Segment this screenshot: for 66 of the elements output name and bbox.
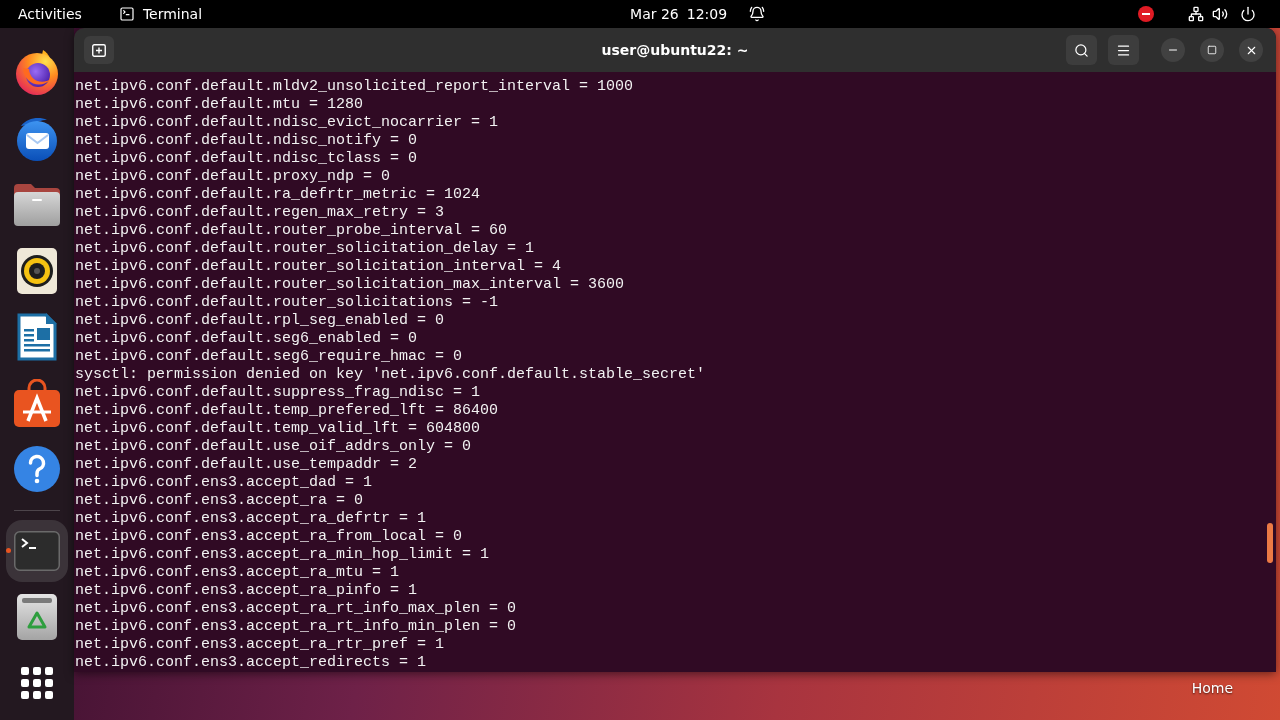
search-icon xyxy=(1074,42,1089,58)
output-line: net.ipv6.conf.ens3.accept_ra = 0 xyxy=(75,492,364,510)
output-line: net.ipv6.conf.default.temp_valid_lft = 604800 xyxy=(75,420,481,438)
output-line: net.ipv6.conf.ens3.accept_ra_min_hop_limit = 1 xyxy=(75,546,490,564)
output-line: net.ipv6.conf.ens3.accept_dad = 1 xyxy=(75,474,373,492)
output-line: net.ipv6.conf.default.use_tempaddr = 2 xyxy=(75,456,418,474)
search-button[interactable] xyxy=(1066,35,1097,65)
app-grid-icon xyxy=(21,667,53,699)
square-plus-icon xyxy=(92,43,106,57)
output-line: net.ipv6.conf.default.mldv2_unsolicited_report_interval = 1000 xyxy=(75,78,634,96)
new-tab-button[interactable] xyxy=(84,36,114,64)
terminal-icon xyxy=(14,531,60,571)
scrollbar-thumb[interactable] xyxy=(1267,523,1273,563)
output-line: net.ipv6.conf.default.ndisc_evict_nocarrier = 1 xyxy=(75,114,499,132)
output-line: net.ipv6.conf.default.seg6_enabled = 0 xyxy=(75,330,418,348)
output-line: net.ipv6.conf.default.router_solicitation_delay = 1 xyxy=(75,240,535,258)
minus-circle-icon[interactable] xyxy=(1138,6,1154,22)
app-menu-button[interactable]: Terminal xyxy=(118,5,203,23)
output-line: net.ipv6.conf.default.router_solicitation_interval = 4 xyxy=(75,258,562,276)
maximize-icon xyxy=(1207,45,1217,55)
close-button[interactable] xyxy=(1239,38,1263,62)
document-icon xyxy=(17,313,57,361)
system-menu-button[interactable] xyxy=(1188,6,1256,22)
minimize-button[interactable] xyxy=(1161,38,1185,62)
output-line: net.ipv6.conf.default.temp_prefered_lft = 86400 xyxy=(75,402,499,420)
output-line: net.ipv6.conf.default.seg6_require_hmac = 0 xyxy=(75,348,463,366)
output-line: net.ipv6.conf.ens3.accept_ra_rtr_pref = 1 xyxy=(75,636,445,654)
shopping-bag-icon xyxy=(14,379,60,427)
help-icon xyxy=(14,446,60,492)
output-line: net.ipv6.conf.default.router_solicitations = -1 xyxy=(75,294,499,312)
output-line: net.ipv6.conf.default.regen_max_retry = 3 xyxy=(75,204,445,222)
speaker-icon xyxy=(17,248,57,294)
output-line: net.ipv6.conf.ens3.accept_ra_rt_info_min_plen = 0 xyxy=(75,618,517,636)
output-line: net.ipv6.conf.default.router_probe_interval = 60 xyxy=(75,222,508,240)
maximize-button[interactable] xyxy=(1200,38,1224,62)
terminal-icon xyxy=(118,6,135,22)
output-line: net.ipv6.conf.default.ra_defrtr_metric = 1024 xyxy=(75,186,481,204)
recycle-bin-icon xyxy=(17,594,57,640)
output-line: net.ipv6.conf.default.proxy_ndp = 0 xyxy=(75,168,391,186)
output-line: net.ipv6.conf.default.ndisc_tclass = 0 xyxy=(75,150,418,168)
output-line: net.ipv6.conf.ens3.accept_ra_mtu = 1 xyxy=(75,564,400,582)
output-line: net.ipv6.conf.default.rpl_seg_enabled = 0 xyxy=(75,312,445,330)
folder-icon xyxy=(14,184,60,226)
window-title: user@ubuntu22: ~ xyxy=(601,41,749,59)
output-line: net.ipv6.conf.ens3.accept_ra_from_local = 0 xyxy=(75,528,463,546)
output-line: net.ipv6.conf.default.ndisc_notify = 0 xyxy=(75,132,418,150)
output-line: net.ipv6.conf.default.suppress_frag_ndisc = 1 xyxy=(75,384,481,402)
power-icon xyxy=(1240,6,1256,22)
output-line: net.ipv6.conf.default.mtu = 1280 xyxy=(75,96,364,114)
bird-envelope-icon xyxy=(14,116,60,162)
bell-icon xyxy=(749,6,766,22)
output-line: net.ipv6.conf.ens3.accept_ra_pinfo = 1 xyxy=(75,582,418,600)
network-icon xyxy=(1188,6,1204,22)
output-line: net.ipv6.conf.default.use_oif_addrs_only = 0 xyxy=(75,438,472,456)
output-line: sysctl: permission denied on key 'net.ipv6.conf.default.stable_secret' xyxy=(75,366,706,384)
desktop-icon-label[interactable]: Home xyxy=(1191,680,1233,696)
output-line: net.ipv6.conf.ens3.accept_ra_rt_info_max_plen = 0 xyxy=(75,600,517,618)
activities-button[interactable]: Activities xyxy=(18,5,82,23)
output-line: net.ipv6.conf.default.router_solicitation_max_interval = 3600 xyxy=(75,276,625,294)
menu-button[interactable] xyxy=(1108,35,1139,65)
output-line: net.ipv6.conf.ens3.accept_redirects = 1 xyxy=(75,654,427,672)
fox-globe-icon xyxy=(14,50,60,96)
volume-icon xyxy=(1212,6,1228,22)
clock-button[interactable]: Mar 26 12:09 xyxy=(630,5,766,23)
output-line: net.ipv6.conf.ens3.accept_ra_defrtr = 1 xyxy=(75,510,427,528)
menu-icon xyxy=(1116,42,1131,58)
